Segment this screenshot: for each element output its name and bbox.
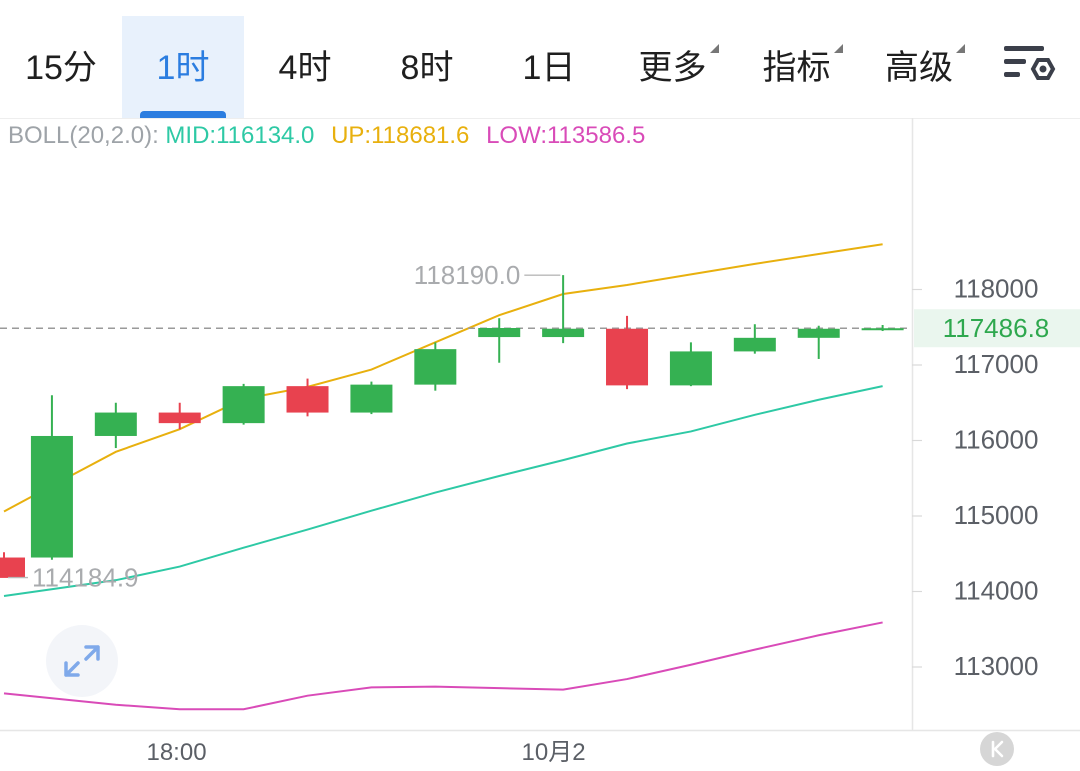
up-candle [669,351,712,386]
x-tick-label: 10月2 [522,739,586,766]
down-candle [286,386,329,413]
up-candle [797,328,840,338]
tab-label: 指标 [763,44,843,87]
expand-chart-button[interactable] [46,625,118,697]
chart-settings-icon [1004,46,1056,80]
high-marker-label: 118190.0 [414,260,521,290]
timeframe-tab-bar: 15分 1时 4时 8时 1日 更多 指标 高级 [0,0,1080,118]
tab-1[interactable]: 1时 [122,16,244,118]
up-candle [30,435,73,558]
down-candle [0,557,25,578]
active-tab-indicator [140,111,226,118]
candlestick-chart[interactable]: 118000 117000 116000 115000 114000 113000 18:0… [0,118,1080,770]
up-candle [414,349,457,385]
tab-0[interactable]: 15分 [0,16,122,118]
y-tick-label: 115000 [954,500,1039,530]
dropdown-caret-icon [833,44,843,53]
chart-settings-button[interactable] [998,42,1060,90]
y-tick-label: 114000 [954,576,1039,606]
tab-6[interactable]: 指标 [735,16,858,118]
tab-5[interactable]: 更多 [610,16,735,118]
x-tick-label: 18:00 [146,739,206,766]
tab-label: 更多 [639,44,719,87]
y-tick-label: 118000 [954,274,1039,304]
up-candle [733,337,776,352]
down-candle [606,328,649,386]
y-tick-label: 113000 [954,651,1039,681]
tab-label: 4时 [278,49,332,87]
boll-low-line [3,621,883,711]
y-tick-label: 117000 [954,349,1039,379]
tab-label: 15分 [25,49,97,87]
tab-4[interactable]: 1日 [488,16,610,118]
up-candle [222,386,265,424]
scroll-to-latest-icon [991,740,1004,758]
up-candle [94,412,137,436]
up-candle [350,384,393,413]
last-price-label: 117486.8 [943,313,1050,343]
dropdown-caret-icon [709,44,719,53]
up-candle [478,328,521,338]
low-marker-label: 114184.9 [32,563,139,593]
down-candle [158,412,201,424]
scroll-to-latest-button[interactable] [980,732,1014,766]
tab-3[interactable]: 8时 [366,16,488,118]
tab-2[interactable]: 4时 [244,16,366,118]
expand-icon [64,645,100,677]
up-candle [542,328,585,338]
tab-label: 8时 [400,49,454,87]
tab-label: 高级 [885,44,965,87]
tab-7[interactable]: 高级 [858,16,980,118]
dropdown-caret-icon [956,44,965,53]
up-candle [861,328,904,331]
y-tick-label: 116000 [954,425,1039,455]
tab-label: 1日 [522,49,576,87]
tab-label: 1时 [156,49,210,87]
